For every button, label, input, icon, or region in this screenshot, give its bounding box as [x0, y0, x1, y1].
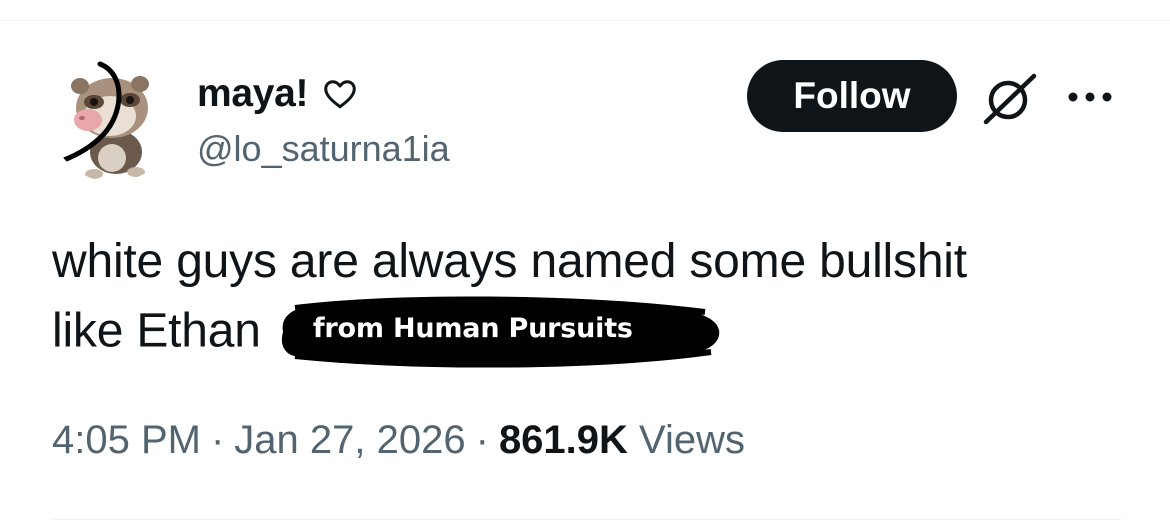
- top-divider: [0, 20, 1170, 21]
- tweet-time[interactable]: 4:05 PM: [52, 418, 201, 462]
- redaction-label: from Human Pursuits: [312, 313, 633, 344]
- more-dots-icon[interactable]: [1066, 90, 1114, 104]
- author-name-row: maya!: [197, 70, 358, 118]
- avatar[interactable]: [50, 56, 176, 182]
- tweet-text: white guys are always named some bullshi…: [52, 228, 1142, 372]
- tweet-date[interactable]: Jan 27, 2026: [234, 418, 465, 462]
- tweet-line-2: like Ethan from Human Pursuits: [52, 296, 1142, 372]
- author-handle[interactable]: @lo_saturna1ia: [197, 128, 450, 170]
- ferret-avatar-image: [50, 56, 176, 182]
- tweet-line-1: white guys are always named some bullshi…: [52, 235, 967, 288]
- grok-icon[interactable]: [980, 70, 1040, 126]
- meta-separator: ·: [210, 418, 225, 462]
- tweet-line-2-text: like Ethan: [52, 304, 261, 358]
- display-name[interactable]: maya!: [197, 72, 309, 116]
- views-label: Views: [639, 418, 746, 462]
- bottom-divider: [52, 519, 1122, 520]
- heart-outline-icon: [322, 76, 358, 112]
- meta-separator: ·: [475, 418, 489, 462]
- views-count: 861.9K: [498, 418, 628, 462]
- tweet-meta: 4:05 PM · Jan 27, 2026 · 861.9K Views: [52, 418, 745, 463]
- follow-button[interactable]: Follow: [747, 60, 957, 132]
- redaction-scribble: from Human Pursuits: [275, 292, 723, 368]
